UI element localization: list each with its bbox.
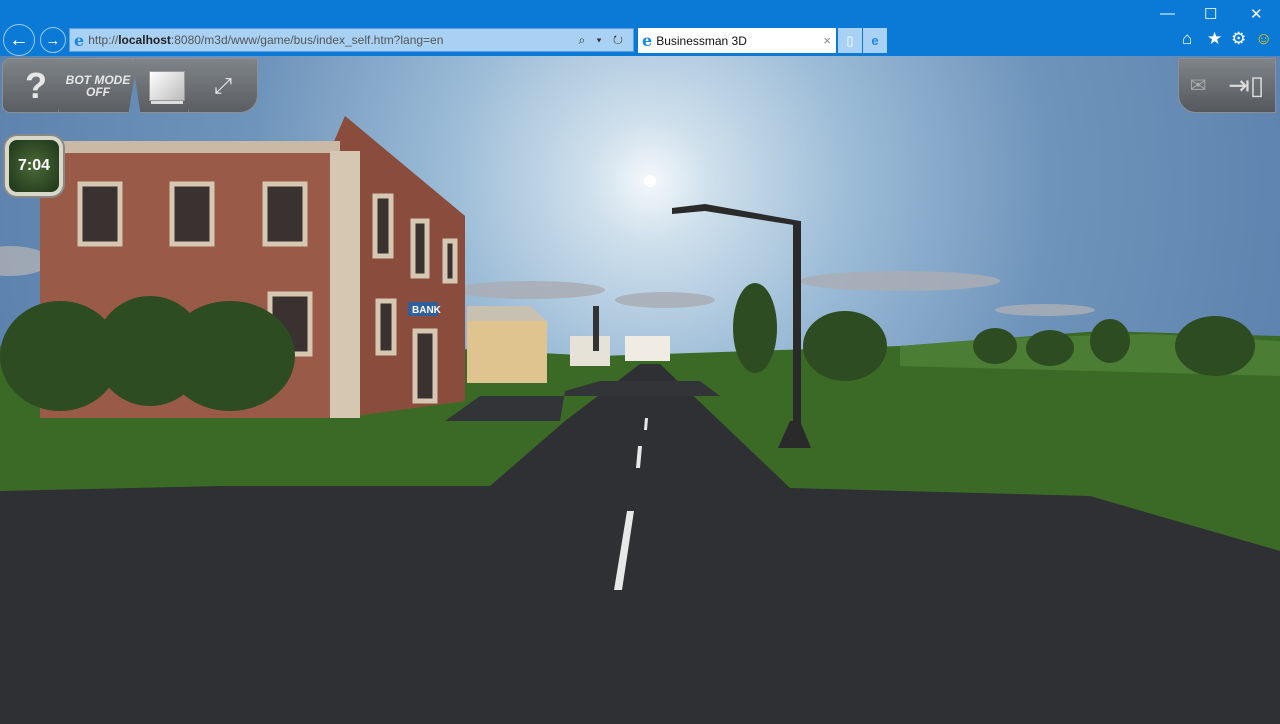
game-viewport[interactable]: BANK ? BOT MODE OFF ⤢ ✉ ⇥▯ 7:04 (0, 56, 1280, 724)
bot-mode-button[interactable]: BOT MODE OFF (58, 58, 138, 113)
clock-watch[interactable]: 7:04 (5, 136, 63, 196)
fullscreen-button[interactable]: ⤢ (188, 58, 258, 113)
ie-icon: e (74, 30, 85, 50)
browser-chrome: ← → e http://localhost:8080/m3d/www/game… (0, 0, 1280, 56)
scene-graphics: BANK (0, 116, 1280, 724)
mail-icon[interactable]: ✉ (1190, 73, 1207, 98)
edge-button[interactable]: e (863, 28, 887, 53)
search-refresh-icons[interactable]: ⌕ ▾ ↻ (578, 33, 627, 48)
yellow-building (467, 321, 547, 383)
close-button[interactable]: ✕ (1250, 5, 1263, 23)
maximize-button[interactable]: ☐ (1204, 5, 1217, 23)
monitor-icon (149, 70, 185, 101)
right-hud-panel: ✉ ⇥▯ (1178, 58, 1276, 113)
back-button[interactable]: ← (3, 24, 35, 56)
expand-icon: ⤢ (214, 72, 232, 98)
url-rest: :8080/m3d/www/game/bus/index_self.htm?la… (170, 33, 444, 47)
exit-door-icon[interactable]: ⇥▯ (1228, 70, 1264, 101)
forward-button[interactable]: → (40, 27, 66, 53)
ie-icon: e (642, 31, 653, 50)
tab-businessman-3d[interactable]: e Businessman 3D × (638, 28, 836, 53)
bank-sign-text: BANK (412, 305, 442, 316)
gear-icon[interactable]: ⚙ (1231, 29, 1246, 49)
smiley-icon[interactable]: ☺ (1255, 29, 1272, 49)
address-bar[interactable]: e http://localhost:8080/m3d/www/game/bus… (69, 28, 634, 52)
star-icon[interactable]: ★ (1207, 29, 1222, 49)
home-icon[interactable]: ⌂ (1182, 29, 1192, 49)
clock-time: 7:04 (17, 157, 51, 174)
url-prefix: http:// (88, 33, 119, 47)
new-tab-button[interactable]: ▯ (838, 28, 862, 53)
sun (644, 175, 656, 187)
url-host: localhost (118, 33, 171, 47)
tab-close-icon[interactable]: × (823, 33, 831, 48)
tab-title: Businessman 3D (656, 33, 747, 48)
minimize-button[interactable]: — (1160, 5, 1175, 22)
